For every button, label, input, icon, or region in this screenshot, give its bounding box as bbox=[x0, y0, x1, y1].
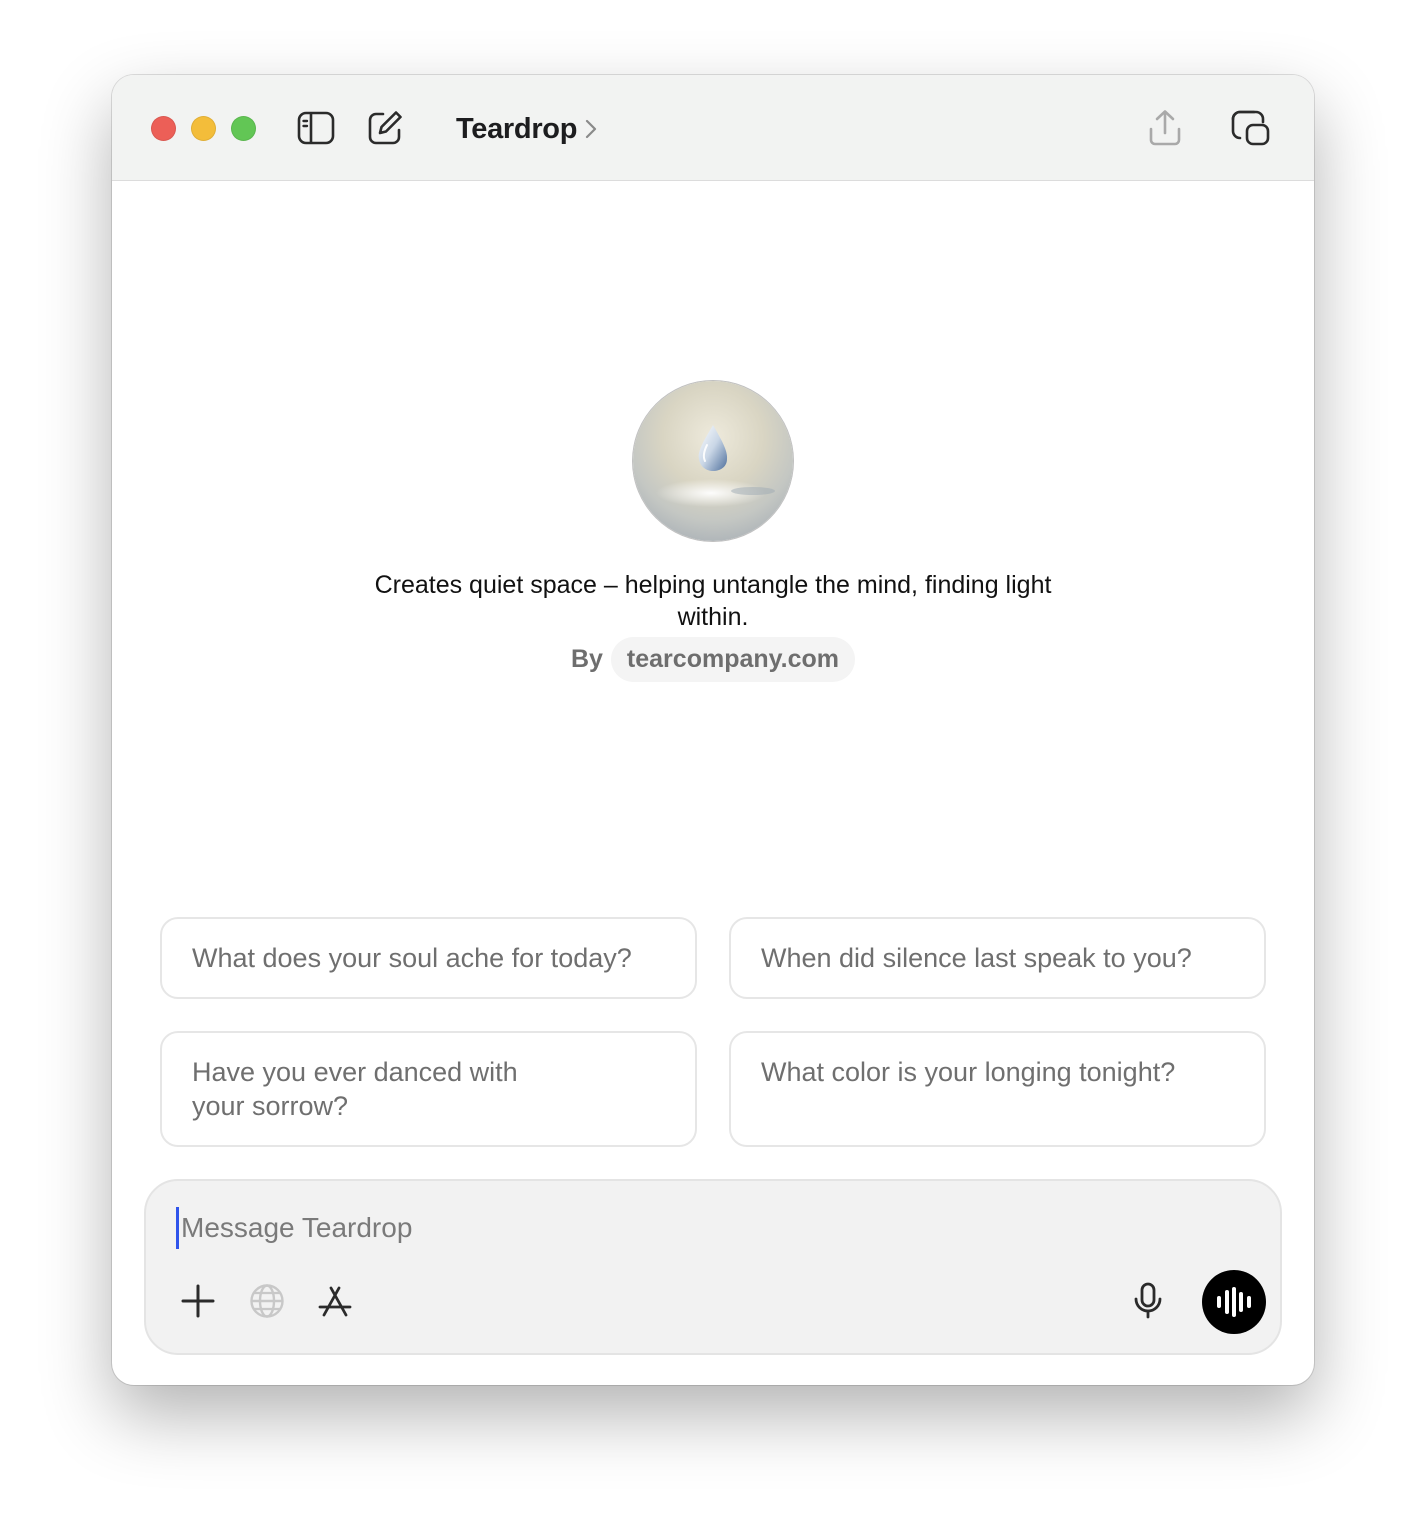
teardrop-avatar bbox=[633, 381, 793, 541]
app-window: Teardrop Creates quiet space – helping u… bbox=[112, 75, 1314, 1385]
app-title: Teardrop bbox=[456, 112, 578, 145]
suggestion-card[interactable]: Have you ever danced with your sorrow? bbox=[160, 1031, 697, 1147]
by-label: By bbox=[570, 645, 603, 673]
assistant-description: Creates quiet space – helping untangle t… bbox=[374, 571, 1052, 631]
sidebar-toggle-icon bbox=[297, 111, 335, 145]
share-icon bbox=[1149, 110, 1181, 146]
voice-mode-button[interactable] bbox=[1202, 1270, 1266, 1334]
suggestion-card[interactable]: What does your soul ache for today? bbox=[160, 917, 697, 999]
plus-icon bbox=[181, 1284, 215, 1318]
attach-button[interactable] bbox=[176, 1279, 220, 1323]
suggestion-card[interactable]: When did silence last speak to you? bbox=[729, 917, 1266, 999]
new-window-button[interactable] bbox=[1230, 108, 1270, 148]
message-composer bbox=[144, 1179, 1282, 1355]
message-input[interactable] bbox=[176, 1207, 1243, 1249]
sidebar-toggle-button[interactable] bbox=[296, 108, 336, 148]
author-link[interactable]: tearcompany.com bbox=[610, 637, 856, 682]
share-button[interactable] bbox=[1145, 108, 1185, 148]
close-window-button[interactable] bbox=[151, 116, 176, 141]
app-store-icon bbox=[318, 1286, 352, 1317]
app-title-menu[interactable]: Teardrop bbox=[456, 109, 597, 149]
web-search-button[interactable] bbox=[245, 1279, 289, 1323]
author-byline: By tearcompany.com bbox=[112, 637, 1314, 682]
globe-icon bbox=[250, 1284, 284, 1318]
chat-content: Creates quiet space – helping untangle t… bbox=[112, 181, 1314, 1385]
maximize-window-button[interactable] bbox=[231, 116, 256, 141]
microphone-icon bbox=[1134, 1282, 1162, 1319]
new-chat-icon bbox=[368, 111, 402, 145]
tools-button[interactable] bbox=[313, 1279, 357, 1323]
title-bar: Teardrop bbox=[112, 75, 1314, 181]
minimize-window-button[interactable] bbox=[191, 116, 216, 141]
suggestion-card[interactable]: What color is your longing tonight? bbox=[729, 1031, 1266, 1147]
dictate-button[interactable] bbox=[1126, 1279, 1170, 1323]
new-chat-button[interactable] bbox=[365, 108, 405, 148]
new-window-icon bbox=[1231, 110, 1270, 146]
voice-waveform-icon bbox=[1217, 1287, 1251, 1317]
chevron-right-icon bbox=[586, 119, 597, 139]
